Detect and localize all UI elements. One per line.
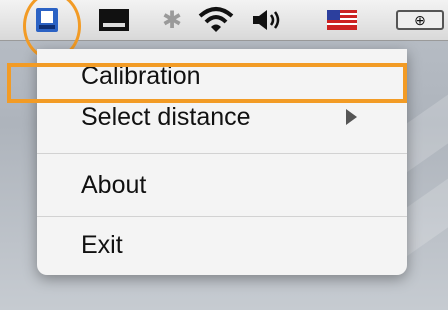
menu-item-label: About xyxy=(81,171,147,199)
menu-separator xyxy=(37,216,407,217)
menu-item-exit[interactable]: Exit xyxy=(37,225,407,265)
menu-item-about[interactable]: About xyxy=(37,165,407,205)
flag-icon[interactable] xyxy=(325,6,359,34)
volume-icon[interactable] xyxy=(250,6,286,34)
battery-icon[interactable]: ⊕ xyxy=(392,6,448,34)
menu-bar: ✱ ⊕ xyxy=(0,0,448,60)
display-icon[interactable] xyxy=(96,6,132,34)
calibration-highlight-box xyxy=(7,63,407,103)
menu-item-select-distance[interactable]: Select distance xyxy=(37,97,407,137)
menu-item-label: Exit xyxy=(81,231,123,259)
wifi-icon[interactable] xyxy=(194,6,238,34)
menu-separator xyxy=(37,153,407,154)
menu-item-label: Select distance xyxy=(81,103,251,131)
submenu-arrow-icon xyxy=(346,109,357,125)
bluetooth-icon[interactable]: ✱ xyxy=(160,6,184,34)
